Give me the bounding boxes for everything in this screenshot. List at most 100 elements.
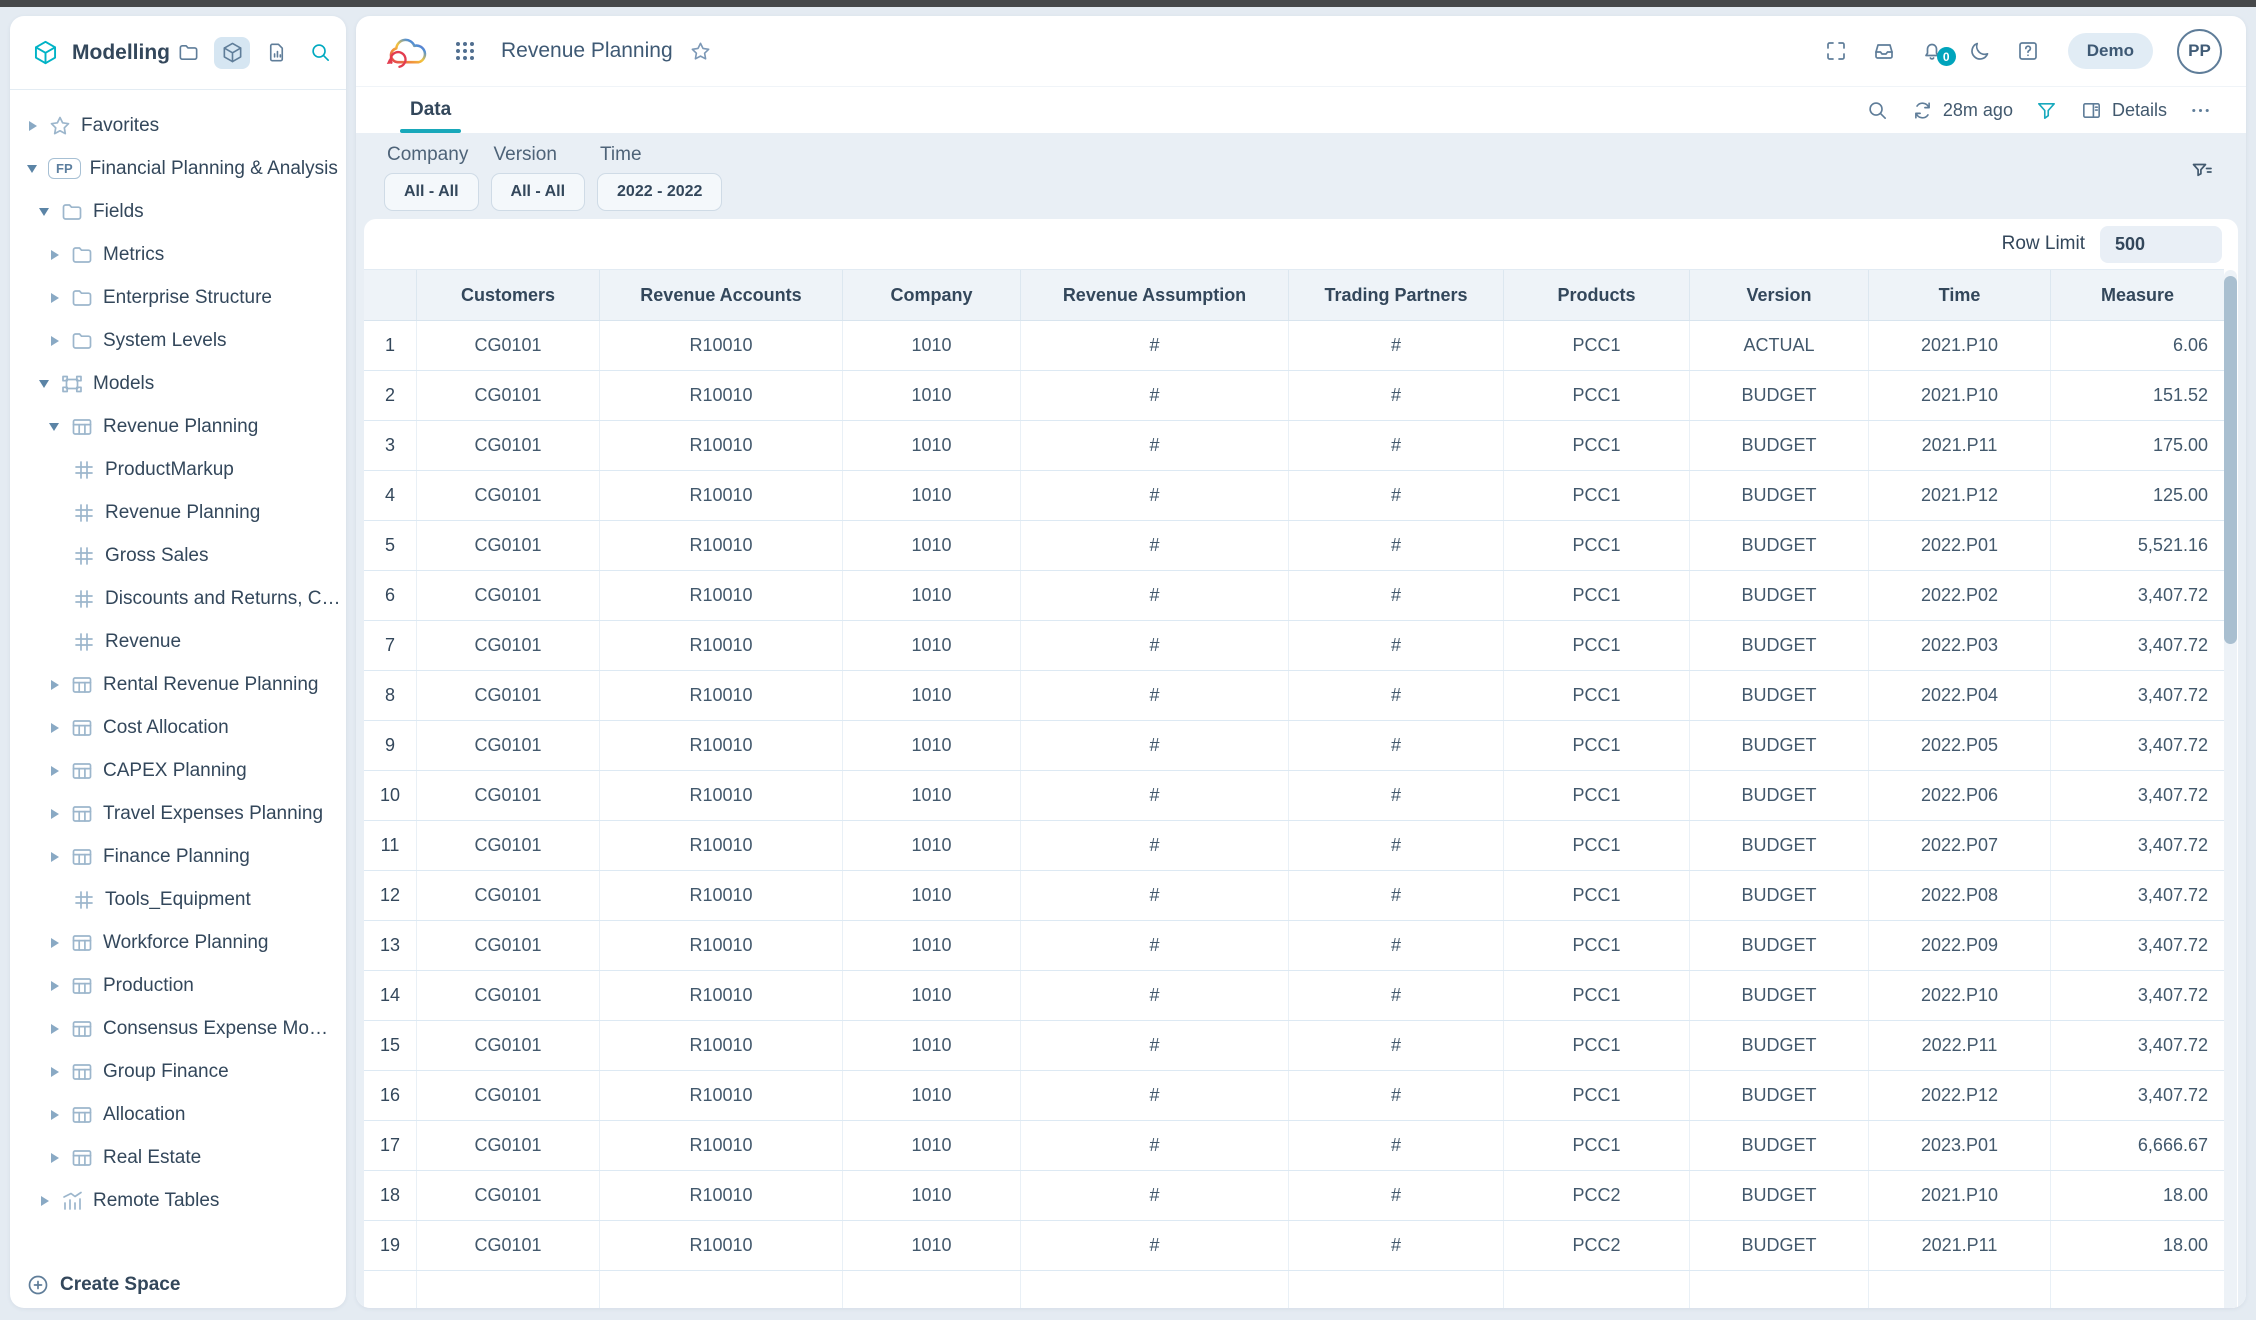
chevron-right-icon[interactable] — [48, 809, 70, 819]
cube-icon[interactable] — [214, 37, 250, 69]
sidebar-item-metrics[interactable]: Metrics — [10, 233, 346, 276]
sidebar-item-tools-equipment[interactable]: Tools_Equipment — [10, 878, 346, 921]
sidebar-item-allocation[interactable]: Allocation — [10, 1093, 346, 1136]
sidebar-item-financial-planning-analysis[interactable]: FPFinancial Planning & Analysis — [10, 147, 346, 190]
vertical-scrollbar[interactable] — [2224, 270, 2237, 1308]
sidebar-item-discounts-and-returns-c[interactable]: Discounts and Returns, C… — [10, 577, 346, 620]
chevron-right-icon[interactable] — [48, 766, 70, 776]
cell-company — [842, 1271, 1020, 1308]
column-header-revenue-accounts[interactable]: Revenue Accounts — [599, 270, 842, 320]
sidebar-item-revenue-planning[interactable]: Revenue Planning — [10, 405, 346, 448]
sidebar-item-revenue[interactable]: Revenue — [10, 620, 346, 663]
chevron-right-icon[interactable] — [38, 1196, 60, 1206]
chevron-down-icon[interactable] — [48, 423, 70, 431]
column-header-customers[interactable]: Customers — [416, 270, 599, 320]
tab-data[interactable]: Data — [400, 87, 461, 133]
sidebar-item-enterprise-structure[interactable]: Enterprise Structure — [10, 276, 346, 319]
cell-company: 1010 — [842, 771, 1020, 820]
chevron-right-icon[interactable] — [48, 938, 70, 948]
chevron-down-icon[interactable] — [26, 165, 48, 173]
chevron-right-icon[interactable] — [48, 336, 70, 346]
chevron-right-icon[interactable] — [48, 723, 70, 733]
sidebar-item-fields[interactable]: Fields — [10, 190, 346, 233]
bell-icon[interactable]: 0 — [1920, 39, 1944, 63]
inbox-icon[interactable] — [1872, 39, 1896, 63]
data-table: CustomersRevenue AccountsCompanyRevenue … — [364, 269, 2224, 1308]
column-header-company[interactable]: Company — [842, 270, 1020, 320]
sidebar-item-cost-allocation[interactable]: Cost Allocation — [10, 706, 346, 749]
sidebar-item-travel-expenses-planning[interactable]: Travel Expenses Planning — [10, 792, 346, 835]
more-icon[interactable] — [2189, 99, 2212, 122]
filter-chip-time[interactable]: 2022 - 2022 — [597, 173, 722, 211]
cell-trading-partners: # — [1288, 421, 1503, 470]
cell-company: 1010 — [842, 1221, 1020, 1270]
cell-revenue-assumption: # — [1020, 821, 1288, 870]
filter-chip-version[interactable]: All - All — [491, 173, 586, 211]
sidebar-item-remote-tables[interactable]: Remote Tables — [10, 1179, 346, 1222]
details-button[interactable]: Details — [2080, 99, 2167, 122]
avatar[interactable]: PP — [2177, 29, 2222, 74]
row-limit-input[interactable] — [2100, 226, 2222, 263]
apps-grid-icon[interactable] — [453, 39, 477, 63]
cell-company: 1010 — [842, 721, 1020, 770]
chevron-right-icon[interactable] — [48, 1024, 70, 1034]
table-row — [364, 1271, 2224, 1308]
help-icon[interactable] — [2016, 39, 2040, 63]
chevron-down-icon[interactable] — [38, 380, 60, 388]
sidebar-item-capex-planning[interactable]: CAPEX Planning — [10, 749, 346, 792]
sidebar-item-system-levels[interactable]: System Levels — [10, 319, 346, 362]
folder-icon[interactable] — [170, 37, 206, 69]
chevron-right-icon[interactable] — [48, 250, 70, 260]
column-header-trading-partners[interactable]: Trading Partners — [1288, 270, 1503, 320]
column-header-version[interactable]: Version — [1689, 270, 1868, 320]
fullscreen-icon[interactable] — [1824, 39, 1848, 63]
sidebar-item-finance-planning[interactable]: Finance Planning — [10, 835, 346, 878]
cell-customers: CG0101 — [416, 421, 599, 470]
column-header-revenue-assumption[interactable]: Revenue Assumption — [1020, 270, 1288, 320]
sidebar-item-productmarkup[interactable]: ProductMarkup — [10, 448, 346, 491]
search-icon[interactable] — [302, 37, 338, 69]
sidebar-item-production[interactable]: Production — [10, 964, 346, 1007]
chevron-right-icon[interactable] — [48, 1153, 70, 1163]
filter-list-icon[interactable] — [2190, 159, 2214, 183]
sidebar-item-label: Group Finance — [103, 1061, 229, 1083]
column-header-time[interactable]: Time — [1868, 270, 2050, 320]
column-header-row-index[interactable] — [364, 270, 416, 320]
chevron-right-icon[interactable] — [48, 981, 70, 991]
chevron-right-icon[interactable] — [48, 1110, 70, 1120]
sidebar-item-rental-revenue-planning[interactable]: Rental Revenue Planning — [10, 663, 346, 706]
sidebar-item-group-finance[interactable]: Group Finance — [10, 1050, 346, 1093]
chevron-right-icon[interactable] — [26, 121, 48, 131]
search-icon[interactable] — [1866, 99, 1889, 122]
sidebar-item-gross-sales[interactable]: Gross Sales — [10, 534, 346, 577]
cell-version: BUDGET — [1689, 921, 1868, 970]
filter-chip-company[interactable]: All - All — [384, 173, 479, 211]
cell-products: PCC1 — [1503, 421, 1689, 470]
sidebar-item-models[interactable]: Models — [10, 362, 346, 405]
column-header-products[interactable]: Products — [1503, 270, 1689, 320]
sidebar-item-favorites[interactable]: Favorites — [10, 104, 346, 147]
create-space-button[interactable]: Create Space — [10, 1262, 346, 1308]
chevron-right-icon[interactable] — [48, 293, 70, 303]
dark-mode-icon[interactable] — [1968, 39, 1992, 63]
sidebar-item-real-estate[interactable]: Real Estate — [10, 1136, 346, 1179]
sidebar-item-revenue-planning[interactable]: Revenue Planning — [10, 491, 346, 534]
cell-trading-partners: # — [1288, 371, 1503, 420]
favorite-star-icon[interactable] — [689, 40, 712, 63]
cell-products: PCC1 — [1503, 471, 1689, 520]
refresh-button[interactable]: 28m ago — [1911, 99, 2013, 122]
scrollbar-thumb[interactable] — [2224, 276, 2237, 644]
column-header-measure[interactable]: Measure — [2050, 270, 2224, 320]
sidebar-item-workforce-planning[interactable]: Workforce Planning — [10, 921, 346, 964]
cell-customers: CG0101 — [416, 371, 599, 420]
chevron-down-icon[interactable] — [38, 208, 60, 216]
cell-time: 2021.P12 — [1868, 471, 2050, 520]
chevron-right-icon[interactable] — [48, 852, 70, 862]
chevron-right-icon[interactable] — [48, 1067, 70, 1077]
filter-funnel-icon[interactable] — [2035, 99, 2058, 122]
sidebar-item-label: Tools_Equipment — [105, 889, 251, 911]
models-icon — [60, 372, 84, 396]
report-icon[interactable] — [258, 37, 294, 69]
chevron-right-icon[interactable] — [48, 680, 70, 690]
sidebar-item-consensus-expense-mo[interactable]: Consensus Expense Mo… — [10, 1007, 346, 1050]
